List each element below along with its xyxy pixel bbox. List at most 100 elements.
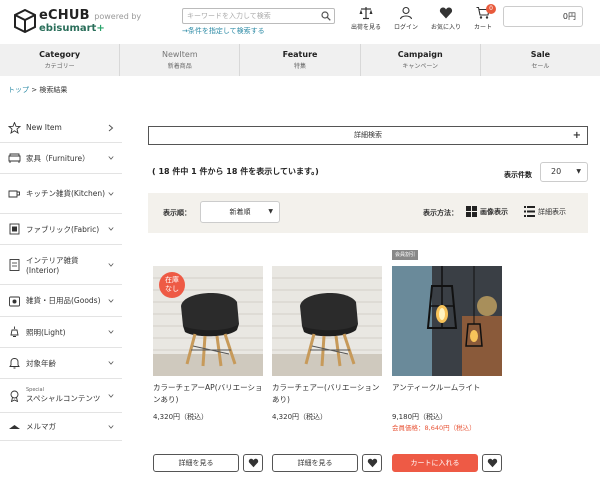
view-image-option[interactable]: 画像表示 [466,206,508,217]
sidebar-label: 対象年齢 [26,358,56,368]
nav-campaign-en: Campaign [397,50,443,59]
sort-bar: 表示順： 新着順 ▼ 表示方法： 画像表示 詳細表示 [148,193,588,233]
product-price: 4,320円（税込） [272,413,328,421]
sidebar-item-light[interactable]: 照明(Light) [0,317,122,348]
favorite-button[interactable] [362,454,382,472]
product-price: 4,320円（税込） [153,413,209,421]
view-image-label: 画像表示 [480,207,508,216]
product-price: 9,180円（税込） [392,413,448,421]
product-image[interactable] [392,266,502,376]
sidebar-item-interior[interactable]: インテリア雑貨(Interior) [0,245,122,285]
shipping-label: 出荷を見る [350,24,381,31]
cart-count-badge: 0 [486,4,496,14]
sidebar-label: メルマガ [26,422,56,431]
login-link[interactable]: ログイン [389,6,423,31]
sidebar-label: 家具（Furniture） [26,153,90,163]
nav-campaign-jp: キャンペーン [402,63,439,70]
view-details-button[interactable]: 詳細を見る [153,454,239,472]
nav-newitem[interactable]: NewItem 新着商品 [120,44,241,76]
sidebar-item-special[interactable]: Special スペシャルコンテンツ [0,379,122,413]
login-label: ログイン [393,24,418,31]
detail-search-label: 詳細検索 [354,131,382,139]
cart-label: カート [473,24,492,31]
fabric-icon [9,223,20,235]
breadcrumb: トップ > 検索結果 [8,85,67,95]
site-logo[interactable]: eCHUB powered by ebisumart+ [14,9,141,34]
nav-sale[interactable]: Sale セール [481,44,600,76]
favorite-button[interactable] [482,454,502,472]
logo-name: eCHUB [39,8,90,23]
sidebar-label: 雑貨・日用品(Goods) [26,296,101,305]
chevron-down-icon [108,262,114,267]
sort-select[interactable]: 新着順 ▼ [200,201,280,223]
per-page-value: 20 [551,167,562,176]
per-page-select[interactable]: 20 ▼ [540,162,588,182]
sort-label: 表示順： [163,209,191,217]
nav-newitem-jp: 新着商品 [167,63,192,70]
logo-powered: powered by [94,12,142,21]
nav-category-jp: カテゴリー [44,63,75,70]
sidebar-item-age[interactable]: 対象年齢 [0,348,122,379]
favorite-button[interactable] [243,454,263,472]
member-discount-badge: 会員割引 [392,250,419,260]
goods-icon [9,296,20,306]
product-image[interactable] [272,266,382,376]
sidebar-item-fabric[interactable]: ファブリック(Fabric) [0,214,122,245]
product-name[interactable]: カラーチェアー(バリエーションあり) [272,382,386,406]
chevron-down-icon [108,361,114,365]
chevron-down-icon [108,393,114,398]
chevron-down-icon [108,156,114,160]
advanced-search-link[interactable]: →条件を指定して検索する [182,26,265,36]
detail-search-toggle[interactable]: 詳細検索 + [148,126,588,145]
sidebar-label: New Item [26,123,62,132]
view-detail-option[interactable]: 詳細表示 [524,206,566,217]
sidebar-item-newsletter[interactable]: メルマガ [0,413,122,441]
add-to-cart-button[interactable]: カートに入れる [392,454,478,472]
ribbon-icon [10,390,19,402]
product-name[interactable]: アンティークルームライト [392,382,506,394]
product-image[interactable]: 在庫 なし [153,266,263,376]
search-icon[interactable] [321,11,331,21]
breadcrumb-separator: > [29,86,40,94]
sidebar-label: インテリア雑貨(Interior) [26,255,79,275]
cart-link[interactable]: 0 カート [466,4,500,31]
nav-category[interactable]: Category カテゴリー [0,44,121,76]
plus-icon: + [572,130,581,141]
product-name[interactable]: カラーチェアーAP(バリエーションあり) [153,382,267,406]
chevron-down-icon [108,298,114,303]
chevron-down-icon [108,424,114,429]
nav-sale-jp: セール [531,63,550,70]
chair-photo [272,266,382,376]
lamp-photo [392,266,502,376]
scale-icon [359,7,373,20]
sidebar-label: ファブリック(Fabric) [26,224,100,234]
heart-icon [367,458,378,468]
cart-total: 0円 [503,6,583,27]
nav-feature-en: Feature [282,50,318,59]
nav-feature[interactable]: Feature 特集 [240,44,361,76]
view-details-button[interactable]: 詳細を見る [272,454,358,472]
per-page-label: 表示件数 [504,171,532,179]
heart-icon [248,458,259,468]
logo-sub-main: ebisumart [39,23,97,34]
sort-value: 新着順 [229,208,251,216]
caret-down-icon: ▼ [268,208,273,215]
sidebar-item-new-item[interactable]: New Item [0,113,122,143]
sidebar-item-kitchen[interactable]: キッチン雑貨(Kitchen) [0,174,122,214]
sidebar-item-furniture[interactable]: 家具（Furniture） [0,143,122,174]
grid-icon [466,206,477,217]
chevron-down-icon [108,330,114,334]
breadcrumb-home[interactable]: トップ [8,86,29,94]
nav-campaign[interactable]: Campaign キャンペーン [361,44,481,76]
search-input[interactable] [183,9,318,23]
sofa-icon [8,153,21,163]
favorites-link[interactable]: お気に入り [429,6,463,31]
cube-logo-icon [14,9,36,33]
shipping-link[interactable]: 出荷を見る [349,6,383,31]
category-sidebar: New Item 家具（Furniture） キッチン雑貨(Kitchen) フ… [0,113,122,441]
logo-sub: ebisumart+ [39,24,141,34]
bell-icon [9,358,20,369]
nav-category-en: Category [39,50,81,59]
mail-icon [9,424,20,429]
sidebar-item-goods[interactable]: 雑貨・日用品(Goods) [0,285,122,317]
